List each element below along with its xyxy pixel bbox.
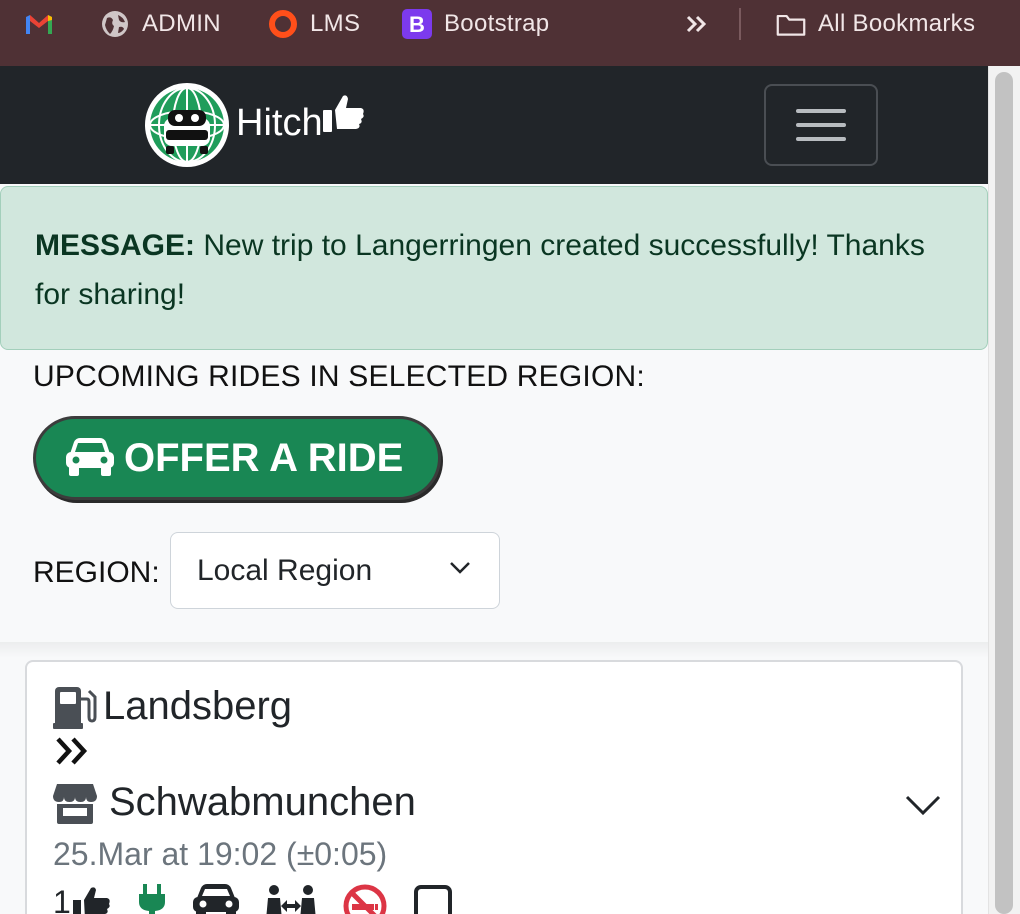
ride-datetime: 25.Mar at 19:02 (±0:05) xyxy=(53,836,388,872)
car-icon xyxy=(66,438,114,476)
all-bookmarks-button[interactable]: All Bookmarks xyxy=(776,0,975,48)
ride-destination: Schwabmunchen xyxy=(53,780,416,825)
region-selected-value: Local Region xyxy=(197,553,373,587)
bookmark-label: ADMIN xyxy=(142,10,221,37)
bookmarks-overflow-button[interactable] xyxy=(682,0,724,48)
thumbs-up-icon xyxy=(322,95,364,132)
region-label: REGION: xyxy=(33,556,160,589)
route-arrow xyxy=(55,736,91,771)
brand-name: Hitch xyxy=(236,101,323,144)
section-divider xyxy=(0,642,988,658)
car-icon xyxy=(192,884,239,914)
ride-features: 1 xyxy=(53,884,453,914)
chevrons-right-icon xyxy=(56,737,88,765)
success-alert: MESSAGE: New trip to Langerringen create… xyxy=(0,186,988,350)
folder-icon xyxy=(776,9,806,39)
ride-card[interactable]: Landsberg Schwabmunchen 25.Mar at 19:02 … xyxy=(25,660,963,914)
gmail-icon xyxy=(24,9,54,39)
navbar-toggler-button[interactable] xyxy=(764,84,878,166)
bookmark-gmail[interactable] xyxy=(24,0,66,48)
chevron-down-icon xyxy=(450,562,470,574)
svg-text:B: B xyxy=(409,12,425,37)
scrollbar-thumb[interactable] xyxy=(995,72,1013,914)
hamburger-line xyxy=(796,137,846,141)
bookmark-admin[interactable]: ADMIN xyxy=(100,0,221,48)
region-select[interactable]: Local Region xyxy=(170,532,500,609)
hamburger-line xyxy=(796,123,846,127)
bookmark-lms[interactable]: LMS xyxy=(268,0,360,48)
bootstrap-icon: B xyxy=(402,9,432,39)
origin-name: Landsberg xyxy=(103,684,293,728)
destination-name: Schwabmunchen xyxy=(109,780,416,824)
bookmarks-separator xyxy=(739,8,741,40)
globe-icon xyxy=(100,9,130,39)
store-icon xyxy=(53,783,97,824)
gas-pump-icon xyxy=(53,686,97,729)
ev-plug-icon xyxy=(138,884,165,914)
alert-prefix: MESSAGE: xyxy=(35,229,196,262)
all-bookmarks-label: All Bookmarks xyxy=(818,10,976,37)
no-smoking-icon xyxy=(343,884,387,914)
app-navbar: Hitch xyxy=(0,66,988,184)
bookmark-bootstrap[interactable]: B Bootstrap xyxy=(402,0,549,48)
ride-origin: Landsberg xyxy=(53,684,292,729)
bookmark-label: Bootstrap xyxy=(444,10,550,37)
hamburger-line xyxy=(796,109,846,113)
hitch-logo-icon xyxy=(145,83,229,167)
square-icon xyxy=(413,885,452,914)
chevrons-right-icon xyxy=(682,9,712,39)
upcoming-rides-heading: UPCOMING RIDES IN SELECTED REGION: xyxy=(33,360,645,393)
offer-ride-label: OFFER A RIDE xyxy=(124,435,404,480)
people-arrows-icon xyxy=(266,885,316,914)
ring-icon xyxy=(268,9,298,39)
seats-value: 1 xyxy=(53,884,71,914)
seat-count: 1 xyxy=(53,884,111,914)
chevron-down-icon[interactable] xyxy=(905,794,941,816)
bookmark-label: LMS xyxy=(310,10,361,37)
thumbs-up-icon xyxy=(72,887,110,914)
bookmarks-bar: ADMIN LMS B Bootstrap All Bookmarks xyxy=(0,0,1020,66)
brand-link[interactable]: Hitch xyxy=(144,82,365,168)
offer-ride-button[interactable]: OFFER A RIDE xyxy=(33,416,441,500)
